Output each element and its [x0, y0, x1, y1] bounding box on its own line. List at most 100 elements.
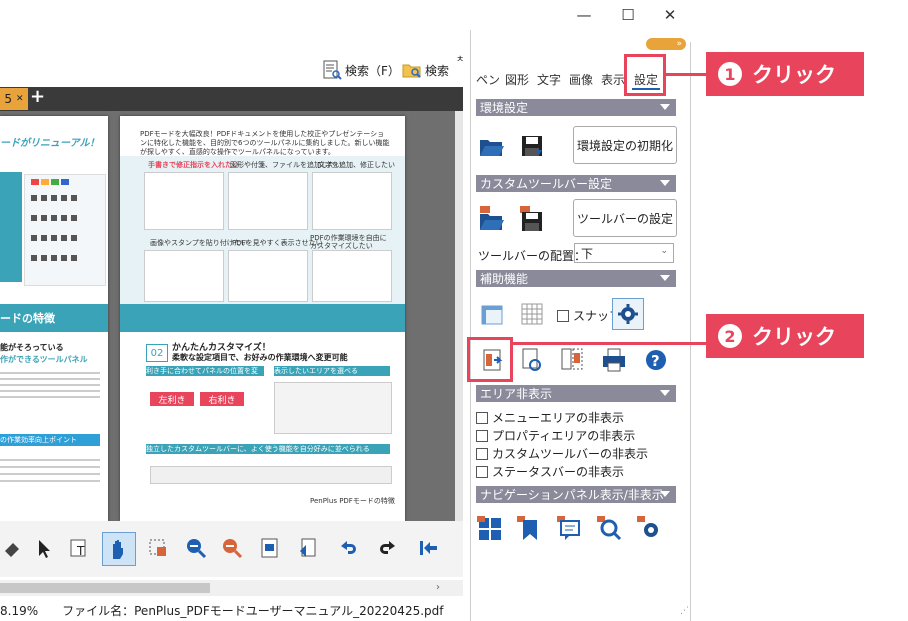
tab-image[interactable]: 画像	[569, 71, 593, 88]
left-body-text-2	[0, 454, 100, 494]
chevron-down-icon: ⌄	[660, 246, 668, 256]
fit-page-icon[interactable]	[256, 534, 284, 562]
hide-custom-toolbar-box[interactable]	[476, 447, 488, 460]
zoom-out-icon[interactable]	[218, 534, 246, 562]
scroll-right-arrow-icon[interactable]: ›	[436, 582, 440, 593]
open-folder-icon[interactable]	[478, 132, 506, 160]
zoom-level: 8.19%	[0, 603, 39, 618]
document-search-icon	[322, 60, 342, 80]
left-body-text	[0, 368, 100, 408]
snap-checkbox-box[interactable]	[557, 309, 569, 322]
area-select-icon[interactable]	[144, 534, 172, 562]
left-page: ードがリニューアル！ ードの特徴 能がそろっている 作ができるツールパネル の作…	[0, 116, 108, 521]
toolbar-position-value: 下	[581, 246, 594, 261]
comment-panel-icon[interactable]	[556, 515, 584, 543]
hide-custom-toolbar-label: カスタムツールバーの非表示	[492, 447, 649, 461]
panel-toggle[interactable]: »	[646, 38, 686, 50]
undo-icon[interactable]	[334, 534, 362, 562]
toolbar-open-icon[interactable]	[478, 205, 506, 233]
snap-settings-gear-icon[interactable]	[612, 298, 644, 330]
tab-display[interactable]: 表示	[601, 71, 625, 88]
section-area-hide[interactable]: エリア非表示	[476, 385, 676, 402]
feature-screenshot-4	[144, 250, 224, 302]
page-jump-icon[interactable]	[294, 534, 322, 562]
print-icon[interactable]	[600, 346, 628, 374]
page-rotate-icon[interactable]	[518, 346, 546, 374]
tab-pen[interactable]: ペン	[476, 71, 500, 88]
document-tab[interactable]: 5 ✕	[0, 88, 28, 110]
more-arrow-icon[interactable]: ㅊ	[456, 52, 466, 65]
section-nav-panel-label: ナビゲーションパネル表示/非表示	[480, 488, 664, 502]
hide-property-box[interactable]	[476, 429, 488, 442]
thumbnail-panel-icon[interactable]	[476, 515, 504, 543]
left-highlight: の作業効率向上ポイント	[0, 434, 100, 446]
status-bar: 8.19% ファイル名：PenPlus_PDFモードユーザーマニュアル_2022…	[0, 600, 463, 621]
resize-grip-icon[interactable]: ⋰	[680, 606, 689, 616]
callout-1-highlight	[624, 54, 666, 96]
folder-search-button[interactable]: 検索	[402, 60, 449, 80]
area-illustration	[274, 382, 392, 434]
first-page-icon[interactable]	[414, 534, 442, 562]
svg-text:T: T	[76, 544, 85, 558]
toolbar-settings-button[interactable]: ツールバーの設定	[573, 199, 677, 237]
callout-1: 1 クリック	[706, 52, 864, 96]
right-page: PDFモードを大幅改良！PDFドキュメントを使用した校正やプレゼンテーションに特…	[120, 116, 405, 521]
left-page-heading: ードの特徴	[0, 304, 108, 332]
feature-tag-6: PDFの作業環境を自由にカスタマイズしたい	[310, 234, 387, 250]
vertical-scrollbar[interactable]	[455, 111, 463, 521]
new-tab-button[interactable]: +	[30, 86, 45, 107]
callout-2-highlight	[467, 337, 513, 382]
tab-text[interactable]: 文字	[537, 71, 561, 88]
callout-1-number: 1	[718, 62, 742, 86]
redo-icon[interactable]	[374, 534, 402, 562]
hide-property-checkbox[interactable]: プロパティエリアの非表示	[476, 427, 635, 444]
zoom-in-icon[interactable]	[182, 534, 210, 562]
text-select-icon[interactable]: T	[66, 534, 94, 562]
toolbar-save-icon[interactable]	[518, 205, 546, 233]
section-subtitle: 柔軟な設定項目で、お好みの作業環境へ変更可能	[172, 353, 348, 362]
search-panel-icon[interactable]	[596, 515, 624, 543]
help-icon[interactable]: ?	[642, 346, 670, 374]
hide-menu-box[interactable]	[476, 411, 488, 424]
file-name: ファイル名：PenPlus_PDFモードユーザーマニュアル_20220425.p…	[62, 604, 444, 618]
teal-band	[120, 304, 405, 332]
horizontal-scroll-thumb[interactable]	[0, 583, 210, 593]
section-area-hide-label: エリア非表示	[480, 387, 553, 401]
hand-tool-icon[interactable]	[102, 532, 136, 566]
feature-screenshot-3	[312, 172, 392, 230]
save-icon[interactable]	[518, 132, 546, 160]
callout-2-text: クリック	[752, 325, 836, 349]
panel-right-border	[690, 42, 691, 621]
maximize-button[interactable]: ☐	[608, 0, 648, 30]
section-custom-toolbar[interactable]: カスタムツールバー設定	[476, 175, 676, 192]
close-button[interactable]: ✕	[650, 0, 690, 30]
feature-screenshot-1	[144, 172, 224, 230]
search-button[interactable]: 検索（F）	[322, 60, 400, 80]
bookmark-panel-icon[interactable]	[516, 515, 544, 543]
section-env[interactable]: 環境設定	[476, 99, 676, 116]
section-assist[interactable]: 補助機能	[476, 270, 676, 287]
ruler-icon[interactable]	[478, 300, 506, 328]
hide-custom-toolbar-checkbox[interactable]: カスタムツールバーの非表示	[476, 445, 648, 462]
toolbar-position-select[interactable]: 下 ⌄	[574, 243, 674, 263]
pointer-icon[interactable]	[30, 534, 58, 562]
left-page-banner: ードがリニューアル！	[0, 138, 100, 149]
eraser-icon[interactable]	[0, 534, 28, 562]
feature-tag-3: 文字を追加、修正したい	[318, 161, 395, 169]
hide-status-bar-box[interactable]	[476, 465, 488, 478]
hide-menu-checkbox[interactable]: メニューエリアの非表示	[476, 409, 624, 426]
reset-env-button[interactable]: 環境設定の初期化	[573, 126, 677, 164]
panel-settings-icon[interactable]	[636, 515, 664, 543]
feature-screenshot-5	[228, 250, 308, 302]
hide-status-bar-checkbox[interactable]: ステータスバーの非表示	[476, 463, 624, 480]
hide-status-bar-label: ステータスバーの非表示	[492, 465, 625, 479]
tab-strip	[0, 87, 463, 111]
panel-toggle-label: »	[676, 39, 682, 49]
page-split-icon[interactable]	[558, 346, 586, 374]
character-illustration	[0, 172, 22, 282]
section-number: 02	[146, 344, 168, 362]
section-nav-panel[interactable]: ナビゲーションパネル表示/非表示	[476, 486, 676, 503]
tab-shape[interactable]: 図形	[505, 71, 529, 88]
grid-icon[interactable]	[518, 300, 546, 328]
minimize-button[interactable]: —	[564, 0, 604, 30]
